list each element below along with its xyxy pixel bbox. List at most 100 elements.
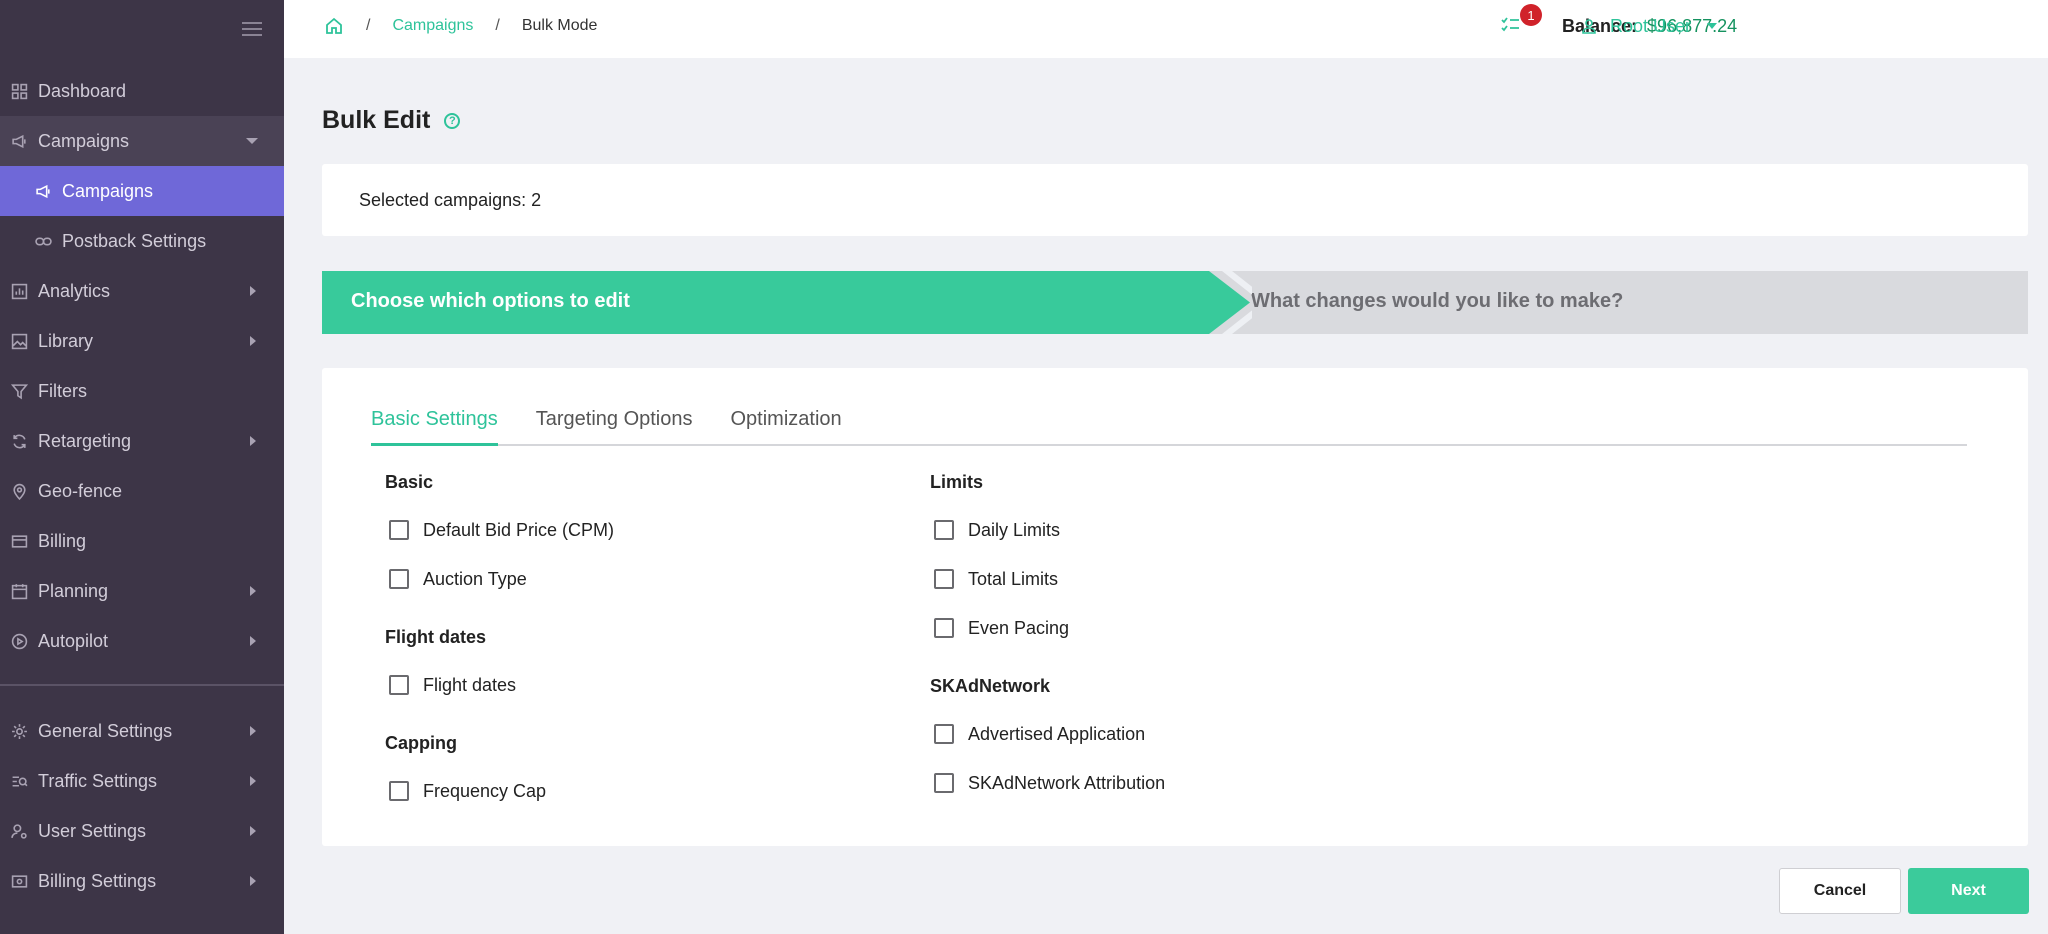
chevron-right-icon	[250, 436, 256, 446]
left-options-column: Basic Default Bid Price (CPM) Auction Ty…	[385, 472, 614, 802]
settings-tabs: Basic Settings Targeting Options Optimiz…	[371, 398, 1967, 446]
sidebar-item-retargeting[interactable]: Retargeting	[0, 416, 284, 466]
sidebar-item-label: Billing	[38, 530, 87, 551]
sidebar-divider	[0, 684, 284, 686]
group-flight-dates: Flight dates Flight dates	[385, 627, 614, 696]
chevron-right-icon	[250, 776, 256, 786]
sidebar-item-label: Autopilot	[38, 630, 109, 651]
option-flight-dates[interactable]: Flight dates	[385, 674, 614, 696]
sidebar-item-planning[interactable]: Planning	[0, 566, 284, 616]
calendar-icon	[10, 582, 28, 600]
option-even-pacing[interactable]: Even Pacing	[930, 617, 1165, 639]
sidebar-item-label: General Settings	[38, 720, 173, 741]
user-name: Root User	[1610, 15, 1692, 36]
refresh-icon	[10, 432, 28, 450]
sidebar-nav: Dashboard Campaigns Campaigns Postback S…	[0, 66, 284, 906]
option-label: Daily Limits	[968, 519, 1061, 540]
megaphone-icon	[34, 182, 52, 200]
checkbox[interactable]	[934, 520, 954, 540]
sidebar-item-billing-settings[interactable]: Billing Settings	[0, 856, 284, 906]
tab-basic-settings[interactable]: Basic Settings	[371, 398, 498, 446]
option-label: Total Limits	[968, 568, 1059, 589]
option-auction-type[interactable]: Auction Type	[385, 568, 614, 590]
page-title-text: Bulk Edit	[322, 106, 431, 134]
options-card: Basic Settings Targeting Options Optimiz…	[322, 368, 2028, 846]
group-skadnetwork: SKAdNetwork Advertised Application SKAdN…	[930, 676, 1165, 794]
sidebar-item-analytics[interactable]: Analytics	[0, 266, 284, 316]
top-header: / Campaigns / Bulk Mode Balance: $96,877…	[284, 0, 2048, 58]
sidebar-item-label: Billing Settings	[38, 870, 157, 891]
user-cog-icon	[10, 822, 28, 840]
sidebar-item-autopilot[interactable]: Autopilot	[0, 616, 284, 666]
breadcrumb-separator: /	[366, 17, 371, 34]
group-title: Limits	[930, 472, 984, 492]
user-menu[interactable]: Root User	[1580, 0, 1718, 52]
sidebar-item-label: User Settings	[38, 820, 147, 841]
right-options-column: Limits Daily Limits Total Limits Even Pa…	[930, 472, 1165, 794]
breadcrumb: / Campaigns / Bulk Mode	[324, 0, 597, 52]
chevron-right-icon	[250, 636, 256, 646]
checkbox[interactable]	[934, 773, 954, 793]
sidebar-item-label: Dashboard	[38, 80, 127, 101]
next-button[interactable]: Next	[1908, 868, 2029, 914]
option-label: SKAdNetwork Attribution	[968, 772, 1166, 793]
home-icon[interactable]	[324, 16, 344, 36]
cancel-button[interactable]: Cancel	[1779, 868, 1901, 914]
option-skadnetwork-attribution[interactable]: SKAdNetwork Attribution	[930, 772, 1165, 794]
option-total-limits[interactable]: Total Limits	[930, 568, 1165, 590]
step-2-label: What changes would you like to make?	[1251, 290, 1624, 312]
option-advertised-application[interactable]: Advertised Application	[930, 723, 1165, 745]
notification-badge: 1	[1520, 4, 1542, 26]
tab-optimization[interactable]: Optimization	[731, 398, 842, 446]
chevron-right-icon	[250, 726, 256, 736]
step-1-label: Choose which options to edit	[351, 290, 630, 312]
checkbox[interactable]	[389, 569, 409, 589]
sidebar-item-geo-fence[interactable]: Geo-fence	[0, 466, 284, 516]
option-label: Default Bid Price (CPM)	[423, 519, 615, 540]
checkbox[interactable]	[934, 618, 954, 638]
breadcrumb-current: Bulk Mode	[521, 17, 598, 34]
option-label: Even Pacing	[968, 617, 1070, 638]
tab-targeting-options[interactable]: Targeting Options	[536, 398, 693, 446]
traffic-icon	[10, 772, 28, 790]
sidebar-subitem-campaigns[interactable]: Campaigns	[0, 166, 284, 216]
hamburger-menu-icon[interactable]	[242, 22, 262, 36]
group-title: Basic	[385, 472, 434, 492]
checkbox[interactable]	[389, 675, 409, 695]
option-daily-limits[interactable]: Daily Limits	[930, 519, 1165, 541]
group-title: Capping	[385, 733, 457, 753]
option-frequency-cap[interactable]: Frequency Cap	[385, 780, 614, 802]
chevron-down-icon	[1707, 23, 1718, 29]
sidebar-item-general-settings[interactable]: General Settings	[0, 706, 284, 756]
sidebar-item-campaigns[interactable]: Campaigns	[0, 116, 284, 166]
chevron-right-icon	[250, 586, 256, 596]
checkbox[interactable]	[389, 520, 409, 540]
group-capping: Capping Frequency Cap	[385, 733, 614, 802]
sidebar-item-library[interactable]: Library	[0, 316, 284, 366]
sidebar-item-traffic-settings[interactable]: Traffic Settings	[0, 756, 284, 806]
sidebar-item-label: Geo-fence	[38, 480, 123, 501]
billing-icon	[10, 872, 28, 890]
sidebar-item-billing[interactable]: Billing	[0, 516, 284, 566]
sidebar-item-label: Analytics	[38, 280, 111, 301]
option-label: Auction Type	[423, 568, 527, 589]
option-label: Flight dates	[423, 674, 517, 695]
help-icon[interactable]: ?	[444, 112, 461, 129]
checkbox[interactable]	[934, 724, 954, 744]
sidebar-item-dashboard[interactable]: Dashboard	[0, 66, 284, 116]
dashboard-icon	[10, 82, 28, 100]
checkbox[interactable]	[934, 569, 954, 589]
breadcrumb-campaigns-link[interactable]: Campaigns	[392, 17, 473, 35]
link-icon	[34, 232, 52, 250]
map-pin-icon	[10, 482, 28, 500]
chevron-down-icon	[246, 138, 258, 144]
page-title: Bulk Edit ?	[322, 106, 461, 135]
sidebar-item-label: Campaigns	[38, 130, 130, 151]
sidebar-item-user-settings[interactable]: User Settings	[0, 806, 284, 856]
option-default-bid-price[interactable]: Default Bid Price (CPM)	[385, 519, 614, 541]
sidebar-subitem-postback-settings[interactable]: Postback Settings	[0, 216, 284, 266]
chevron-right-icon	[250, 876, 256, 886]
checkbox[interactable]	[389, 781, 409, 801]
megaphone-icon	[10, 132, 28, 150]
sidebar-item-filters[interactable]: Filters	[0, 366, 284, 416]
